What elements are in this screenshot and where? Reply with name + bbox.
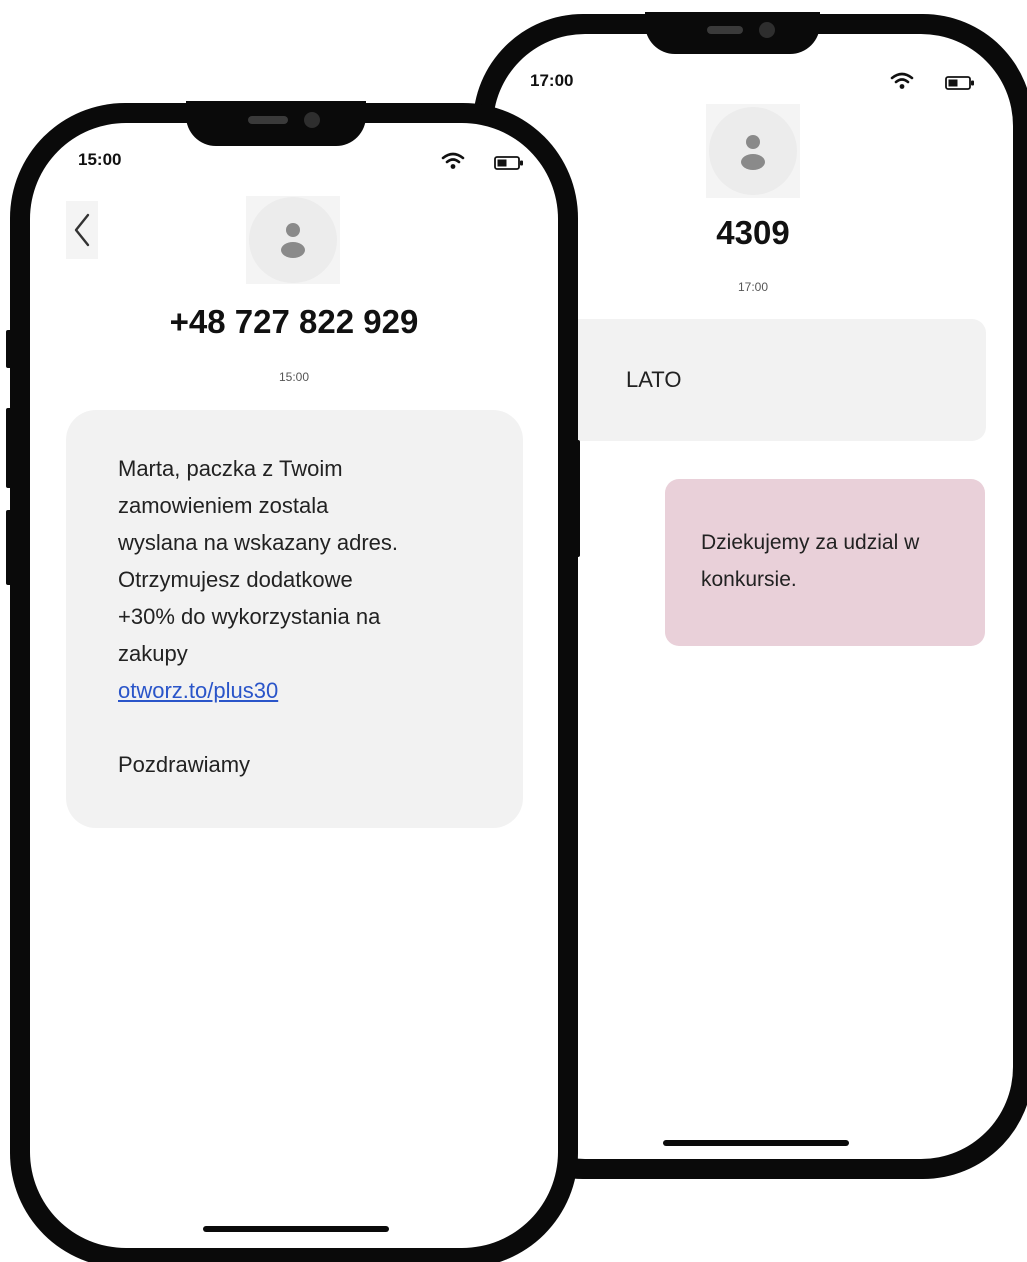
message-bubble-received[interactable]: Dziekujemy za udzial w konkursie. [665,479,985,646]
message-line: Otrzymujesz dodatkowe [118,567,353,592]
home-indicator[interactable] [203,1226,389,1232]
phone-notch [186,101,366,146]
contact-avatar [706,104,800,198]
message-line: wyslana na wskazany adres. [118,530,399,555]
status-time: 17:00 [530,71,574,90]
message-text: LATO [626,367,682,392]
avatar [249,197,337,283]
chevron-left-icon [74,213,90,247]
wifi-icon [890,72,914,95]
speaker [707,26,743,34]
home-indicator[interactable] [663,1140,849,1146]
message-line: +30% do wykorzystania na [118,604,381,629]
battery-icon [494,156,524,175]
message-signoff: Pozdrawiamy [118,752,251,777]
camera-icon [304,112,320,128]
avatar [709,107,797,195]
message-line: zamowieniem zostala [118,493,329,518]
message-bubble-received[interactable]: Marta, paczka z Twoim zamowieniem zostal… [66,410,523,828]
camera-icon [759,22,775,38]
person-icon [281,223,305,258]
phone-front-screen: 15:00 +48 727 822 929 15:00 Marta, paczk… [30,123,558,1248]
message-link[interactable]: otworz.to/plus30 [118,672,493,709]
message-line: zakupy [118,641,188,666]
back-button[interactable] [66,201,98,259]
status-time: 15:00 [78,150,122,169]
message-text: Dziekujemy za udzial w konkursie. [701,531,920,591]
message-line: Marta, paczka z Twoim [118,456,343,481]
thread-timestamp: 15:00 [278,370,310,384]
mockup-stage: 17:00 4309 17:00 LATO Dziekujemy za udzi… [0,0,1027,1262]
phone-front: 15:00 +48 727 822 929 15:00 Marta, paczk… [10,101,578,1262]
battery-icon [945,76,975,95]
contact-avatar [246,196,340,284]
speaker [248,116,288,124]
contact-name: +48 727 822 929 [169,303,419,340]
wifi-icon [441,152,465,175]
phone-notch [645,12,820,54]
person-icon [741,135,765,170]
